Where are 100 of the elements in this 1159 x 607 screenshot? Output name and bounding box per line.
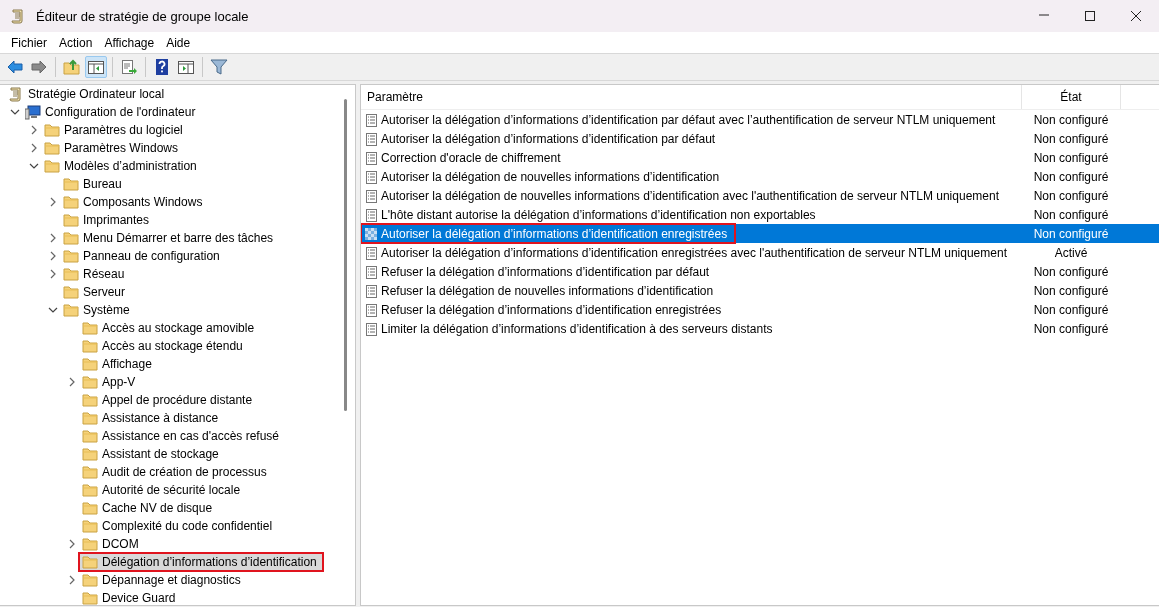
tree-item[interactable]: Stratégie Ordinateur local (5, 85, 171, 103)
tree-item[interactable]: Dépannage et diagnostics (79, 571, 247, 589)
tree-item[interactable]: Paramètres du logiciel (41, 121, 189, 139)
tree-item[interactable]: Modèles d’administration (41, 157, 203, 175)
policy-setting-icon (364, 207, 378, 222)
policy-name: Autoriser la délégation de nouvelles informations d’identification (361, 167, 728, 186)
policy-name: Correction d'oracle de chiffrement (361, 148, 569, 167)
tree-item[interactable]: Assistance à distance (79, 409, 225, 427)
tree-item[interactable]: Réseau (60, 265, 131, 283)
collapse-caret-icon[interactable] (10, 107, 20, 117)
expand-caret-icon[interactable] (48, 269, 58, 279)
policy-state: Non configuré (1032, 226, 1110, 241)
policy-setting-icon (364, 283, 378, 298)
help-icon (153, 58, 171, 76)
tree-item[interactable]: Bureau (60, 175, 128, 193)
menu-item[interactable]: Action (53, 33, 99, 52)
close-icon (1130, 10, 1142, 22)
policy-name: Autoriser la délégation de nouvelles informations d’identification avec l'authentification de serveur NTLM uniquement (361, 186, 1007, 205)
action-pane-icon (177, 58, 195, 76)
policy-row[interactable]: Autoriser la délégation de nouvelles informations d’identification avec l'authentification de serveur NTLM uniquement Non configuré (361, 186, 1159, 205)
expand-caret-icon[interactable] (67, 539, 77, 549)
policy-row[interactable]: Refuser la délégation d’informations d’identification par défaut Non configuré (361, 262, 1159, 281)
policy-state: Non configuré (1032, 264, 1110, 279)
expand-caret-icon[interactable] (67, 575, 77, 585)
policy-row[interactable]: Autoriser la délégation de nouvelles informations d’identification Non configuré (361, 167, 1159, 186)
tree-item[interactable]: Affichage (79, 355, 158, 373)
tree-item[interactable]: DCOM (79, 535, 145, 553)
column-header[interactable]: État (1022, 85, 1121, 109)
menu-item[interactable]: Aide (160, 33, 197, 52)
folder-up-icon (63, 58, 81, 76)
tree-item[interactable]: Serveur (60, 283, 132, 301)
tree-item[interactable]: Assistance en cas d'accès refusé (79, 427, 286, 445)
window-title: Éditeur de stratégie de groupe locale (36, 8, 249, 24)
menu-item[interactable]: Affichage (98, 33, 161, 52)
tree-item[interactable]: Imprimantes (60, 211, 156, 229)
policy-setting-icon (364, 321, 378, 336)
policy-state: Non configuré (1032, 150, 1110, 165)
tree-item[interactable]: App-V (79, 373, 142, 391)
policy-row[interactable]: Refuser la délégation de nouvelles informations d’identification Non configuré (361, 281, 1159, 300)
tree-item[interactable]: Device Guard (79, 589, 182, 605)
policy-state: Activé (1053, 245, 1089, 260)
tree-item[interactable]: Accès au stockage étendu (79, 337, 249, 355)
policy-name: L'hôte distant autorise la délégation d’informations d’identification non exportables (361, 205, 824, 224)
policy-setting-icon (364, 131, 378, 146)
expand-caret-icon[interactable] (48, 251, 58, 261)
policy-setting-icon (364, 264, 378, 279)
policy-row[interactable]: L'hôte distant autorise la délégation d’informations d’identification non exportables Non configuré (361, 205, 1159, 224)
expand-caret-icon[interactable] (48, 197, 58, 207)
tree-item[interactable]: Système (60, 301, 136, 319)
policy-setting-icon (364, 169, 378, 184)
menu-item[interactable]: Fichier (5, 33, 53, 52)
toolbar-button[interactable] (85, 56, 107, 78)
expand-caret-icon[interactable] (29, 143, 39, 153)
column-header[interactable]: Paramètre (361, 85, 1022, 109)
collapse-caret-icon[interactable] (29, 161, 39, 171)
expand-caret-icon[interactable] (67, 377, 77, 387)
tree-item[interactable]: Paramètres Windows (41, 139, 185, 157)
policy-state: Non configuré (1032, 283, 1110, 298)
policy-setting-icon (364, 226, 378, 241)
export-list-icon (120, 58, 138, 76)
tree-item[interactable]: Audit de création de processus (79, 463, 273, 481)
collapse-caret-icon[interactable] (48, 305, 58, 315)
policy-row[interactable]: Limiter la délégation d’informations d’identification à des serveurs distants Non configuré (361, 319, 1159, 338)
policy-state: Non configuré (1032, 131, 1110, 146)
policy-name: Autoriser la délégation d’informations d’identification enregistrées avec l'authentification de serveur NTLM uniquement (361, 243, 1015, 262)
policy-state: Non configuré (1032, 188, 1110, 203)
policy-name: Refuser la délégation d’informations d’identification par défaut (361, 262, 718, 281)
tree-item[interactable]: Délégation d’informations d’identification (79, 553, 323, 571)
policy-row[interactable]: Autoriser la délégation d’informations d’identification par défaut avec l’authentification de serveur NTLM uniquement Non configuré (361, 110, 1159, 129)
policy-state: Non configuré (1032, 169, 1110, 184)
tree-item[interactable]: Composants Windows (60, 193, 209, 211)
policy-name: Refuser la délégation de nouvelles informations d’identification (361, 281, 722, 300)
policy-row[interactable]: Correction d'oracle de chiffrement Non configuré (361, 148, 1159, 167)
tree-item[interactable]: Cache NV de disque (79, 499, 219, 517)
policy-state: Non configuré (1032, 207, 1110, 222)
tree-item[interactable]: Autorité de sécurité locale (79, 481, 247, 499)
tree-item[interactable]: Accès au stockage amovible (79, 319, 261, 337)
expand-caret-icon[interactable] (29, 125, 39, 135)
tree-item[interactable]: Panneau de configuration (60, 247, 226, 265)
tree-item[interactable]: Menu Démarrer et barre des tâches (60, 229, 280, 247)
back-arrow-icon (6, 58, 24, 76)
filter-icon (210, 58, 228, 76)
policy-state: Non configuré (1032, 321, 1110, 336)
tree-item[interactable]: Appel de procédure distante (79, 391, 259, 409)
policy-row[interactable]: Autoriser la délégation d’informations d’identification par défaut Non configuré (361, 129, 1159, 148)
policy-row[interactable]: Refuser la délégation d’informations d’identification enregistrées Non configuré (361, 300, 1159, 319)
tree-item[interactable]: Complexité du code confidentiel (79, 517, 279, 535)
tree-pane-icon (87, 58, 105, 76)
policy-setting-icon (364, 188, 378, 203)
policy-name: Autoriser la délégation d’informations d’identification enregistrées (361, 224, 736, 243)
tree-item[interactable]: Assistant de stockage (79, 445, 225, 463)
scrollbar[interactable] (344, 99, 347, 411)
policy-row[interactable]: Autoriser la délégation d’informations d’identification enregistrées Non configuré (361, 224, 1159, 243)
maximize-icon (1084, 10, 1096, 22)
tree-item[interactable]: Configuration de l'ordinateur (22, 103, 202, 121)
expand-caret-icon[interactable] (48, 233, 58, 243)
policy-name: Autoriser la délégation d’informations d’identification par défaut (361, 129, 724, 148)
policy-row[interactable]: Autoriser la délégation d’informations d’identification enregistrées avec l'authentification de serveur NTLM uniquement Activé (361, 243, 1159, 262)
policy-setting-icon (364, 112, 378, 127)
forward-arrow-icon (30, 58, 48, 76)
